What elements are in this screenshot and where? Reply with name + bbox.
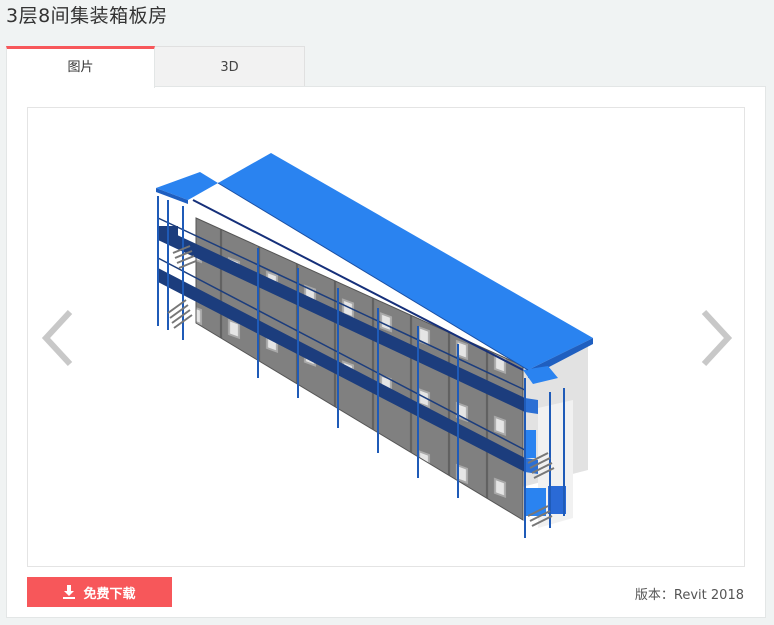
- chevron-right-icon: [701, 309, 733, 367]
- building-model-image: [156, 153, 593, 538]
- image-viewer: [27, 107, 745, 567]
- download-icon: [63, 585, 76, 599]
- tab-images[interactable]: 图片: [6, 46, 155, 88]
- content-panel: 免费下载 版本：Revit 2018: [6, 86, 766, 618]
- page-title: 3层8间集装箱板房: [6, 5, 168, 27]
- version-info: 版本：Revit 2018: [635, 584, 744, 603]
- free-download-button[interactable]: 免费下载: [27, 577, 172, 607]
- chevron-left-icon: [41, 309, 73, 367]
- version-value: Revit 2018: [673, 588, 744, 603]
- next-image-button[interactable]: [694, 308, 734, 368]
- prev-image-button[interactable]: [40, 308, 80, 368]
- version-label: 版本：: [634, 588, 674, 603]
- download-label: 免费下载: [83, 586, 136, 602]
- tab-3d[interactable]: 3D: [155, 46, 305, 87]
